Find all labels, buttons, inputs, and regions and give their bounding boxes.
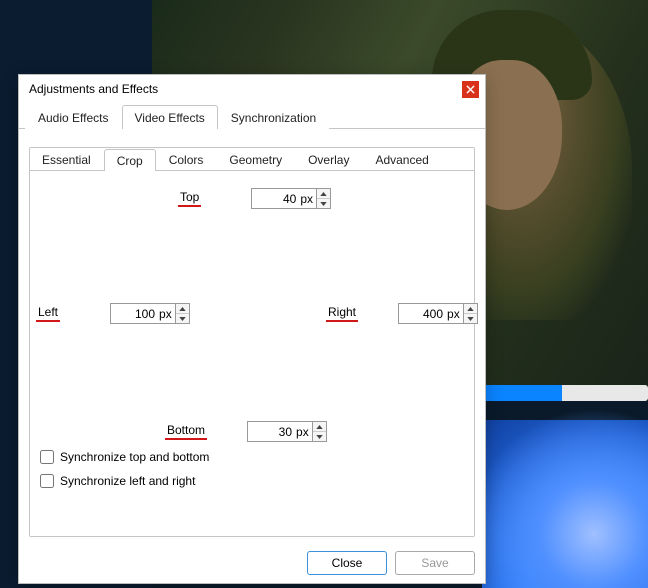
tab-video-effects[interactable]: Video Effects <box>122 105 218 129</box>
chevron-up-icon <box>320 192 327 196</box>
video-effects-body: Essential Crop Colors Geometry Overlay A… <box>19 129 485 547</box>
chevron-up-icon <box>316 425 323 429</box>
crop-right-row: Right px <box>326 303 478 324</box>
crop-top-step-down[interactable] <box>317 199 330 208</box>
chevron-up-icon <box>467 307 474 311</box>
crop-right-step-up[interactable] <box>464 304 477 314</box>
crop-right-step-down[interactable] <box>464 314 477 323</box>
crop-bottom-label: Bottom <box>165 423 207 440</box>
crop-bottom-row: Bottom px <box>165 421 327 442</box>
crop-left-step-up[interactable] <box>176 304 189 314</box>
dialog-titlebar: Adjustments and Effects <box>19 75 485 103</box>
chevron-down-icon <box>179 317 186 321</box>
subtab-overlay[interactable]: Overlay <box>295 148 362 170</box>
adjustments-effects-dialog: Adjustments and Effects Audio Effects Vi… <box>18 74 486 584</box>
playback-progress-fill <box>482 385 562 401</box>
main-tab-bar: Audio Effects Video Effects Synchronizat… <box>19 103 485 129</box>
sub-tab-container: Essential Crop Colors Geometry Overlay A… <box>29 147 475 537</box>
crop-top-unit: px <box>300 192 316 206</box>
crop-top-spinner[interactable]: px <box>251 188 331 209</box>
chevron-down-icon <box>467 317 474 321</box>
close-icon <box>466 85 475 94</box>
chevron-up-icon <box>179 307 186 311</box>
dialog-footer: Close Save <box>19 543 485 583</box>
chevron-down-icon <box>320 202 327 206</box>
dialog-close-button[interactable] <box>462 81 479 98</box>
subtab-advanced[interactable]: Advanced <box>362 148 441 170</box>
sync-top-bottom-checkbox[interactable] <box>40 450 54 464</box>
subtab-crop[interactable]: Crop <box>104 149 156 171</box>
crop-right-label: Right <box>326 305 358 322</box>
sync-top-bottom-row[interactable]: Synchronize top and bottom <box>40 450 209 464</box>
chevron-down-icon <box>316 435 323 439</box>
crop-left-step-down[interactable] <box>176 314 189 323</box>
crop-left-label: Left <box>36 305 60 322</box>
crop-bottom-unit: px <box>296 425 312 439</box>
crop-left-row: Left px <box>36 303 190 324</box>
subtab-essential[interactable]: Essential <box>29 148 104 170</box>
subtab-colors[interactable]: Colors <box>156 148 217 170</box>
tab-synchronization[interactable]: Synchronization <box>218 105 329 129</box>
crop-bottom-step-down[interactable] <box>313 432 326 441</box>
crop-top-label: Top <box>178 190 201 207</box>
sub-tab-bar: Essential Crop Colors Geometry Overlay A… <box>29 147 474 171</box>
dialog-title: Adjustments and Effects <box>29 82 462 96</box>
sync-left-right-row[interactable]: Synchronize left and right <box>40 474 195 488</box>
sync-left-right-checkbox[interactable] <box>40 474 54 488</box>
crop-right-spinner[interactable]: px <box>398 303 478 324</box>
subtab-geometry[interactable]: Geometry <box>216 148 295 170</box>
crop-right-input[interactable] <box>399 307 447 321</box>
crop-top-input[interactable] <box>252 192 300 206</box>
desktop-background <box>482 420 648 588</box>
crop-top-step-up[interactable] <box>317 189 330 199</box>
crop-bottom-input[interactable] <box>248 425 296 439</box>
close-button[interactable]: Close <box>307 551 387 575</box>
tab-audio-effects[interactable]: Audio Effects <box>25 105 122 129</box>
save-button[interactable]: Save <box>395 551 475 575</box>
crop-right-unit: px <box>447 307 463 321</box>
crop-top-row: Top px <box>178 188 331 209</box>
crop-left-unit: px <box>159 307 175 321</box>
crop-bottom-step-up[interactable] <box>313 422 326 432</box>
crop-bottom-spinner[interactable]: px <box>247 421 327 442</box>
crop-left-input[interactable] <box>111 307 159 321</box>
sync-left-right-label: Synchronize left and right <box>60 474 195 488</box>
sync-top-bottom-label: Synchronize top and bottom <box>60 450 209 464</box>
crop-panel: Top px Left px <box>30 172 474 536</box>
crop-left-spinner[interactable]: px <box>110 303 190 324</box>
